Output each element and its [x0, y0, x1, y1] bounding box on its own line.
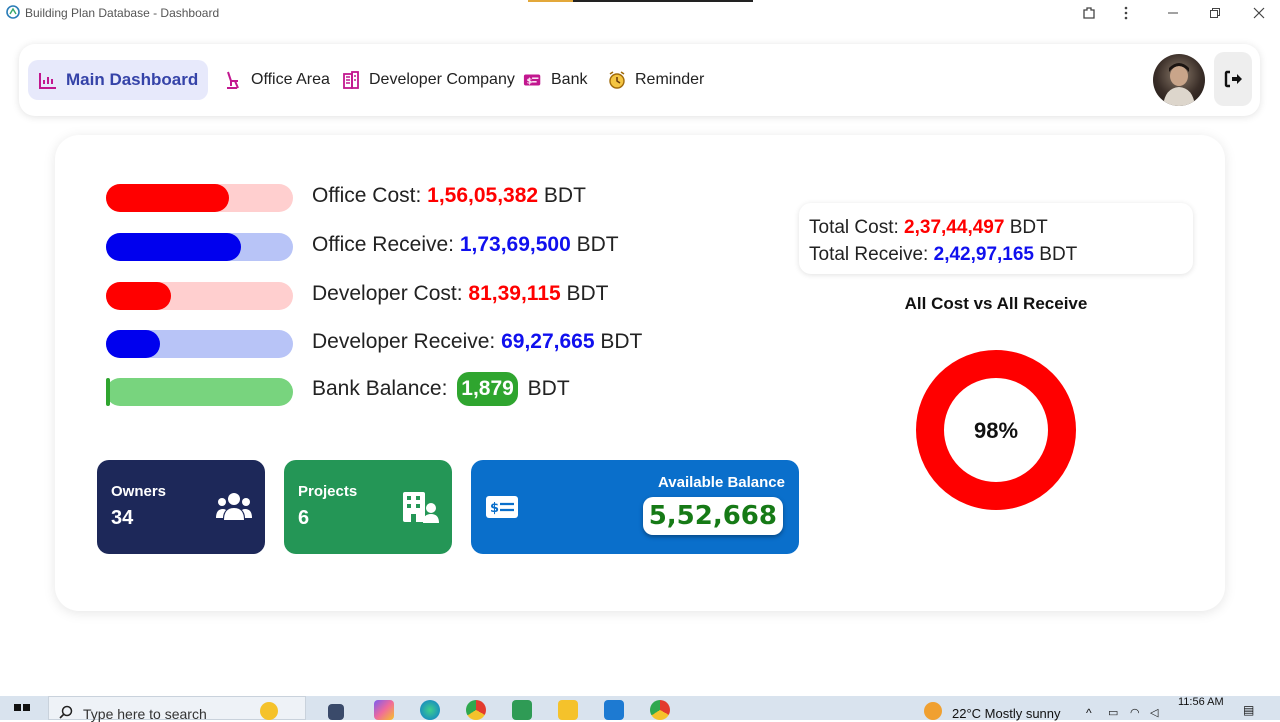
volume-icon[interactable]: ◁ [1150, 706, 1158, 719]
progress-track [106, 378, 293, 406]
totals-box: Total Cost: 2,37,44,497 BDT Total Receiv… [799, 203, 1193, 274]
chart-icon [39, 73, 56, 89]
nav-label: Bank [551, 71, 588, 88]
task-view-icon[interactable] [328, 704, 344, 720]
window-title: Building Plan Database - Dashboard [25, 6, 220, 20]
windows-taskbar: Type here to search 22°C Mostly sunny ^ … [0, 696, 1280, 722]
taskbar-clock[interactable]: 11:56 AM [1178, 696, 1224, 708]
titlebar-accent-dark [573, 0, 753, 2]
office-chair-icon [227, 71, 239, 89]
copilot-sparkle-icon[interactable] [260, 702, 278, 720]
logout-button[interactable] [1214, 52, 1252, 106]
chart-title: All Cost vs All Receive [904, 294, 1088, 313]
nav-main-dashboard[interactable]: Main Dashboard [28, 60, 209, 100]
metric-value: 81,39,115 [468, 282, 561, 305]
search-icon [59, 705, 73, 719]
progress-fill [106, 233, 241, 261]
edge-browser-icon[interactable] [420, 700, 440, 720]
users-icon [216, 493, 252, 520]
progress-fill [106, 282, 172, 310]
chevron-up-icon[interactable]: ^ [1086, 706, 1092, 720]
chrome-profile-icon[interactable] [650, 700, 670, 720]
close-button[interactable] [1248, 3, 1270, 23]
progress-track [106, 233, 293, 261]
progress-fill [106, 378, 110, 406]
app-logo-icon [6, 5, 20, 19]
alarm-clock-icon [609, 71, 625, 89]
extensions-icon[interactable] [1078, 3, 1100, 23]
progress-track [106, 330, 293, 358]
nav-label: Office Area [251, 71, 330, 88]
progress-fill [106, 330, 161, 358]
total-cost-value: 2,37,44,497 [904, 217, 1005, 238]
available-balance-value: 5,52,668 [642, 497, 783, 535]
app-window-icon[interactable] [512, 700, 532, 720]
metric-row-developer-cost: Developer Cost: 81,39,115 BDT [106, 281, 609, 311]
nav-developer-company[interactable]: Developer Company [331, 60, 525, 100]
metric-label: Developer Cost: 81,39,115 BDT [312, 282, 609, 305]
total-cost-line: Total Cost: 2,37,44,497 BDT [809, 217, 1048, 238]
wifi-icon[interactable]: ◠ [1130, 706, 1140, 719]
progress-track [106, 184, 293, 212]
metric-row-bank-balance: Bank Balance: 1,879 BDT [106, 372, 570, 407]
nav-label: Main Dashboard [66, 70, 199, 89]
file-explorer-icon[interactable] [558, 700, 578, 720]
progress-fill [106, 184, 230, 212]
available-balance-label: Available Balance [657, 474, 785, 491]
metric-row-office-receive: Office Receive: 1,73,69,500 BDT [106, 232, 619, 262]
metric-row-developer-receive: Developer Receive: 69,27,665 BDT [106, 329, 642, 359]
total-receive-value: 2,42,97,165 [933, 244, 1034, 265]
titlebar-accent [528, 0, 573, 2]
svg-text:$: $ [527, 76, 533, 86]
nav-label: Developer Company [369, 71, 515, 88]
metric-value: 1,56,05,382 [427, 184, 539, 207]
nav-label: Reminder [635, 71, 705, 88]
building-user-icon [403, 492, 439, 523]
progress-track [106, 282, 293, 310]
metric-label: Bank Balance: 1,879 BDT [312, 372, 570, 406]
bank-balance-badge: 1,879 [457, 372, 518, 406]
available-balance-card[interactable]: $ Available Balance 5,52,668 [471, 460, 799, 554]
cost-receive-donut-chart: 98% [916, 350, 1076, 510]
building-icon [343, 71, 359, 89]
copilot-app-icon[interactable] [374, 700, 394, 720]
owners-label: Owners [111, 483, 167, 500]
minimize-button[interactable] [1162, 3, 1184, 23]
projects-card[interactable]: Projects 6 [284, 460, 452, 554]
metric-value: 69,27,665 [501, 330, 595, 353]
weather-text[interactable]: 22°C Mostly sunny [952, 706, 1061, 721]
metric-label: Office Cost: 1,56,05,382 BDT [312, 184, 586, 207]
window-titlebar: Building Plan Database - Dashboard [0, 0, 1280, 26]
projects-count: 6 [298, 507, 310, 529]
owners-count: 34 [111, 507, 134, 529]
donut-center-label: 98% [974, 418, 1018, 443]
projects-label: Projects [298, 483, 358, 500]
nav-bank[interactable]: $ Bank [513, 60, 597, 100]
user-avatar[interactable] [1153, 54, 1205, 106]
owners-card[interactable]: Owners 34 [97, 460, 265, 554]
nav-office-area[interactable]: Office Area [213, 60, 340, 100]
money-check-icon: $ [486, 496, 518, 518]
weather-icon[interactable] [924, 702, 942, 720]
more-options-icon[interactable] [1115, 3, 1137, 23]
metric-label: Developer Receive: 69,27,665 BDT [312, 330, 643, 353]
vscode-icon[interactable] [604, 700, 624, 720]
chrome-browser-icon[interactable] [466, 700, 486, 720]
metric-value: 1,73,69,500 [459, 233, 571, 256]
battery-icon[interactable]: ▭ [1108, 706, 1118, 719]
windows-start-icon[interactable] [14, 704, 30, 720]
metric-label: Office Receive: 1,73,69,500 BDT [312, 233, 619, 256]
nav-reminder[interactable]: Reminder [597, 60, 714, 100]
notifications-icon[interactable]: ▤ [1243, 703, 1254, 717]
money-transfer-icon: $ [523, 74, 541, 86]
logout-icon [1224, 70, 1242, 88]
metric-row-office-cost: Office Cost: 1,56,05,382 BDT [106, 183, 586, 213]
svg-text:$: $ [490, 501, 499, 516]
total-receive-line: Total Receive: 2,42,97,165 BDT [809, 244, 1078, 265]
restore-button[interactable] [1204, 3, 1226, 23]
